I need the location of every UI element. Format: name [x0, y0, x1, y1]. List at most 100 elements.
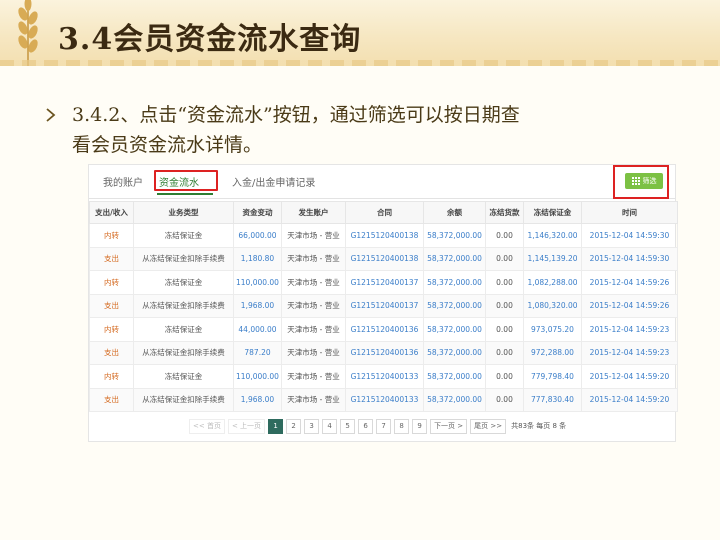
table-row: 内转 冻结保证金 66,000.00 天津市场 - 营业 G1215120400138 5… — [89, 223, 678, 248]
table-row: 内转 冻结保证金 110,000.00 天津市场 - 营业 G1215120400133… — [89, 364, 678, 389]
wheat-icon — [18, 0, 38, 66]
column-header: 余额 — [423, 201, 486, 224]
balance-cell: 58,372,000.00 — [423, 317, 486, 342]
prev-page-button[interactable]: < 上一页 — [227, 418, 266, 434]
time-cell: 2015-12-04 14:59:30 — [581, 246, 678, 271]
first-page-button[interactable]: << 首页 — [189, 418, 225, 434]
contract-cell: G1215120400133 — [345, 364, 424, 389]
contract-cell: G1215120400137 — [345, 270, 424, 295]
direction-cell: 内转 — [89, 317, 134, 342]
column-header: 资金变动 — [233, 201, 282, 224]
direction-cell: 内转 — [89, 270, 134, 295]
frozen-margin-cell: 1,080,320.00 — [523, 293, 582, 318]
frozen-payment-cell: 0.00 — [485, 340, 524, 365]
grid-icon — [631, 177, 640, 185]
contract-cell: G1215120400137 — [345, 293, 424, 318]
account-cell: 天津市场 - 营业 — [281, 223, 346, 248]
tab-highlight-box — [154, 170, 218, 191]
amount-change-cell: 1,180.80 — [233, 246, 282, 271]
time-cell: 2015-12-04 14:59:26 — [581, 270, 678, 295]
direction-cell: 支出 — [89, 293, 134, 318]
page-number-list: 123456789 — [268, 418, 428, 434]
balance-cell: 58,372,000.00 — [423, 340, 486, 365]
frozen-payment-cell: 0.00 — [485, 364, 524, 389]
time-cell: 2015-12-04 14:59:20 — [581, 364, 678, 389]
frozen-payment-cell: 0.00 — [485, 246, 524, 271]
frozen-payment-cell: 0.00 — [485, 293, 524, 318]
page-number-button[interactable]: 8 — [394, 418, 410, 434]
bullet-line-1: 3.4.2、点击“资金流水”按钮，通过筛选可以按日期查 — [72, 104, 520, 126]
frozen-payment-cell: 0.00 — [485, 317, 524, 342]
frozen-margin-cell: 1,146,320.00 — [523, 223, 582, 248]
frozen-margin-cell: 1,082,288.00 — [523, 270, 582, 295]
filter-button[interactable]: 筛选 — [625, 173, 663, 189]
balance-cell: 58,372,000.00 — [423, 246, 486, 271]
balance-cell: 58,372,000.00 — [423, 364, 486, 389]
business-type-cell: 从冻结保证金扣除手续费 — [133, 387, 234, 412]
amount-change-cell: 110,000.00 — [233, 270, 282, 295]
contract-cell: G1215120400133 — [345, 387, 424, 412]
business-type-cell: 冻结保证金 — [133, 364, 234, 389]
frozen-payment-cell: 0.00 — [485, 270, 524, 295]
page-number-button[interactable]: 4 — [322, 418, 338, 434]
amount-change-cell: 66,000.00 — [233, 223, 282, 248]
balance-cell: 58,372,000.00 — [423, 387, 486, 412]
page-number-button[interactable]: 9 — [412, 418, 428, 434]
pagination: << 首页 < 上一页 123456789 下一页 > 尾页 >> 共83条 每… — [189, 418, 566, 434]
bullet-line-2: 看会员资金流水详情。 — [72, 134, 263, 156]
slide-banner: 3.4会员资金流水查询 — [0, 0, 720, 66]
column-header: 业务类型 — [133, 201, 234, 224]
amount-change-cell: 110,000.00 — [233, 364, 282, 389]
table-header-row: 支出/收入 业务类型 资金变动 发生账户 合同 余额 冻结货款 冻结保证金 时间 — [89, 201, 678, 224]
bullet-paragraph: 3.4.2、点击“资金流水”按钮，通过筛选可以按日期查 看会员资金流水详情。 — [46, 100, 686, 160]
account-cell: 天津市场 - 营业 — [281, 317, 346, 342]
banner-ribbon — [0, 60, 720, 66]
balance-cell: 58,372,000.00 — [423, 223, 486, 248]
tab-my-account[interactable]: 我的账户 — [103, 174, 143, 189]
table-row: 内转 冻结保证金 110,000.00 天津市场 - 营业 G1215120400137… — [89, 270, 678, 295]
last-page-button[interactable]: 尾页 >> — [470, 418, 507, 434]
amount-change-cell: 1,968.00 — [233, 293, 282, 318]
pagination-info: 共83条 每页 8 条 — [511, 422, 567, 430]
business-type-cell: 从冻结保证金扣除手续费 — [133, 246, 234, 271]
page-number-button[interactable]: 1 — [268, 418, 284, 434]
frozen-payment-cell: 0.00 — [485, 387, 524, 412]
frozen-margin-cell: 972,288.00 — [523, 340, 582, 365]
contract-cell: G1215120400138 — [345, 246, 424, 271]
column-header: 支出/收入 — [89, 201, 134, 224]
time-cell: 2015-12-04 14:59:23 — [581, 317, 678, 342]
page-number-button[interactable]: 7 — [376, 418, 392, 434]
time-cell: 2015-12-04 14:59:26 — [581, 293, 678, 318]
account-cell: 天津市场 - 营业 — [281, 293, 346, 318]
frozen-margin-cell: 973,075.20 — [523, 317, 582, 342]
table-row: 支出 从冻结保证金扣除手续费 1,180.80 天津市场 - 营业 G121512040… — [89, 246, 678, 271]
direction-cell: 支出 — [89, 387, 134, 412]
page-number-button[interactable]: 2 — [286, 418, 302, 434]
balance-cell: 58,372,000.00 — [423, 293, 486, 318]
business-type-cell: 冻结保证金 — [133, 317, 234, 342]
balance-cell: 58,372,000.00 — [423, 270, 486, 295]
page-number-button[interactable]: 3 — [304, 418, 320, 434]
business-type-cell: 冻结保证金 — [133, 270, 234, 295]
time-cell: 2015-12-04 14:59:30 — [581, 223, 678, 248]
frozen-payment-cell: 0.00 — [485, 223, 524, 248]
direction-cell: 支出 — [89, 340, 134, 365]
contract-cell: G1215120400136 — [345, 317, 424, 342]
contract-cell: G1215120400136 — [345, 340, 424, 365]
time-cell: 2015-12-04 14:59:20 — [581, 387, 678, 412]
tab-deposit-withdraw-records[interactable]: 入金/出金申请记录 — [232, 174, 315, 189]
column-header: 发生账户 — [281, 201, 346, 224]
business-type-cell: 从冻结保证金扣除手续费 — [133, 340, 234, 365]
account-cell: 天津市场 - 营业 — [281, 270, 346, 295]
next-page-button[interactable]: 下一页 > — [430, 418, 468, 434]
direction-cell: 内转 — [89, 223, 134, 248]
frozen-margin-cell: 779,798.40 — [523, 364, 582, 389]
slide-title: 3.4会员资金流水查询 — [58, 22, 362, 57]
frozen-margin-cell: 777,830.40 — [523, 387, 582, 412]
account-cell: 天津市场 - 营业 — [281, 387, 346, 412]
page-number-button[interactable]: 6 — [358, 418, 374, 434]
filter-button-label: 筛选 — [642, 177, 657, 185]
account-cell: 天津市场 - 营业 — [281, 364, 346, 389]
fund-flow-panel: 我的账户 资金流水 入金/出金申请记录 筛选 支出/收入 业务类型 资金变动 发生账户… — [88, 164, 678, 442]
page-number-button[interactable]: 5 — [340, 418, 356, 434]
